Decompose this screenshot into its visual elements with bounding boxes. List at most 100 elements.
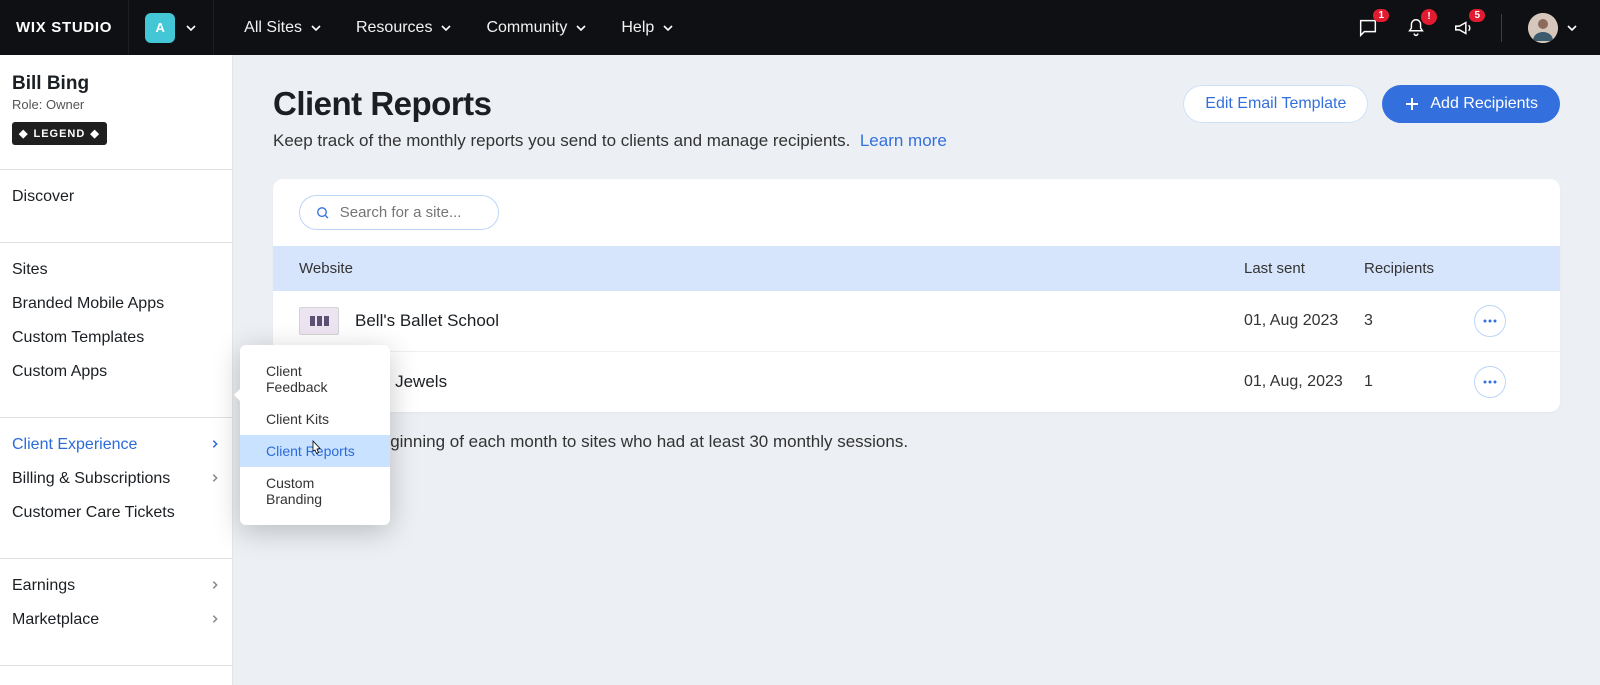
row-actions <box>1474 366 1534 398</box>
more-button[interactable] <box>1474 305 1506 337</box>
sidebar: Bill Bing Role: Owner ◆ LEGEND ◆ Discove… <box>0 55 233 685</box>
sidebar-section-team: Team Settings <box>0 665 232 685</box>
chevron-down-icon <box>662 22 674 34</box>
diamond-icon: ◆ <box>19 127 28 140</box>
sidebar-item-marketplace[interactable]: Marketplace <box>0 603 232 637</box>
sidebar-item-label: Customer Care Tickets <box>12 504 175 522</box>
cursor-pointer-icon <box>309 440 325 456</box>
chat-icon[interactable]: 1 <box>1357 17 1379 39</box>
page-header-left: Client Reports Keep track of the monthly… <box>273 85 1183 151</box>
sidebar-user: Bill Bing Role: Owner ◆ LEGEND ◆ <box>0 73 232 151</box>
last-sent-value: 01, Aug, 2023 <box>1244 373 1364 391</box>
sidebar-item-care-tickets[interactable]: Customer Care Tickets <box>0 496 232 530</box>
topbar-divider <box>1501 14 1502 42</box>
chevron-right-icon <box>210 436 220 454</box>
last-sent-value: 01, Aug 2023 <box>1244 312 1364 330</box>
site-cell: Bell's Ballet School <box>299 307 1244 335</box>
more-button[interactable] <box>1474 366 1506 398</box>
sidebar-item-branded-mobile-apps[interactable]: Branded Mobile Apps <box>0 287 232 321</box>
sidebar-item-label: Custom Templates <box>12 329 144 347</box>
sidebar-section-client: Client Experience Billing & Subscription… <box>0 417 232 540</box>
more-horizontal-icon <box>1483 319 1497 323</box>
sidebar-item-label: Sites <box>12 261 48 279</box>
recipients-value: 1 <box>1364 373 1474 391</box>
site-thumbnail <box>299 307 339 335</box>
topbar-menu: All Sites Resources Community Help <box>214 19 674 37</box>
learn-more-link[interactable]: Learn more <box>860 131 947 150</box>
more-horizontal-icon <box>1483 380 1497 384</box>
page-subtitle-text: Keep track of the monthly reports you se… <box>273 131 850 150</box>
sidebar-item-label: Branded Mobile Apps <box>12 295 164 313</box>
menu-resources[interactable]: Resources <box>356 19 452 37</box>
submenu-client-feedback[interactable]: Client Feedback <box>240 355 390 403</box>
avatar <box>1528 13 1558 43</box>
user-menu[interactable] <box>1528 13 1578 43</box>
add-recipients-button[interactable]: Add Recipients <box>1382 85 1560 123</box>
site-selector[interactable]: A <box>128 0 214 55</box>
sidebar-item-label: Custom Apps <box>12 363 107 381</box>
wix-studio-logo[interactable]: WIX STUDIO <box>0 0 128 55</box>
chevron-right-icon <box>210 577 220 595</box>
sidebar-item-client-experience[interactable]: Client Experience <box>0 428 232 462</box>
page-title: Client Reports <box>273 85 1183 123</box>
site-name: Bell's Ballet School <box>355 311 499 331</box>
col-website-header: Website <box>299 260 1244 277</box>
search-container[interactable] <box>299 195 499 230</box>
page-header: Client Reports Keep track of the monthly… <box>273 85 1560 151</box>
sidebar-item-sites[interactable]: Sites <box>0 253 232 287</box>
col-lastsent-header: Last sent <box>1244 260 1364 277</box>
page-subtitle: Keep track of the monthly reports you se… <box>273 131 1183 151</box>
sidebar-section-discover: Discover <box>0 169 232 224</box>
submenu-custom-branding[interactable]: Custom Branding <box>240 467 390 515</box>
menu-help[interactable]: Help <box>621 19 674 37</box>
footer-note: e sent at the beginning of each month to… <box>273 432 1560 452</box>
reports-card: Website Last sent Recipients Bell's Ball… <box>273 179 1560 412</box>
sidebar-item-team[interactable]: Team <box>0 676 232 685</box>
bell-icon[interactable]: ! <box>1405 17 1427 39</box>
sidebar-item-label: Client Experience <box>12 436 137 454</box>
legend-label: LEGEND <box>33 128 85 140</box>
chevron-right-icon <box>210 470 220 488</box>
table-row[interactable]: Bell's Ballet School 01, Aug 2023 3 <box>273 291 1560 352</box>
chevron-down-icon <box>185 22 197 34</box>
site-cell: net's Jewels <box>299 368 1244 396</box>
sidebar-item-label: Discover <box>12 188 74 206</box>
search-input[interactable] <box>340 204 482 221</box>
client-experience-submenu: Client Feedback Client Kits Client Repor… <box>240 345 390 525</box>
sidebar-item-earnings[interactable]: Earnings <box>0 569 232 603</box>
sidebar-item-custom-templates[interactable]: Custom Templates <box>0 321 232 355</box>
sidebar-item-label: Billing & Subscriptions <box>12 470 170 488</box>
menu-community[interactable]: Community <box>486 19 587 37</box>
search-icon <box>316 205 330 221</box>
edit-email-template-button[interactable]: Edit Email Template <box>1183 85 1368 123</box>
top-bar: WIX STUDIO A All Sites Resources Communi… <box>0 0 1600 55</box>
submenu-client-kits[interactable]: Client Kits <box>240 403 390 435</box>
page-header-actions: Edit Email Template Add Recipients <box>1183 85 1560 123</box>
menu-resources-label: Resources <box>356 19 432 37</box>
menu-community-label: Community <box>486 19 567 37</box>
main-content: Client Reports Keep track of the monthly… <box>233 55 1600 685</box>
menu-all-sites[interactable]: All Sites <box>244 19 322 37</box>
diamond-icon: ◆ <box>90 127 99 140</box>
sidebar-item-billing[interactable]: Billing & Subscriptions <box>0 462 232 496</box>
announce-icon[interactable]: 5 <box>1453 17 1475 39</box>
sidebar-item-custom-apps[interactable]: Custom Apps <box>0 355 232 389</box>
chat-badge: 1 <box>1373 9 1389 22</box>
col-actions-header <box>1474 260 1534 277</box>
sidebar-item-discover[interactable]: Discover <box>0 180 232 214</box>
chevron-down-icon <box>575 22 587 34</box>
topbar-left: WIX STUDIO A All Sites Resources Communi… <box>0 0 674 55</box>
table-header: Website Last sent Recipients <box>273 246 1560 291</box>
chevron-down-icon <box>1566 22 1578 34</box>
sidebar-item-label: Marketplace <box>12 611 99 629</box>
plus-icon <box>1404 96 1420 112</box>
site-selector-badge: A <box>145 13 175 43</box>
sidebar-user-name: Bill Bing <box>12 73 220 95</box>
chevron-right-icon <box>210 611 220 629</box>
sidebar-section-sites: Sites Branded Mobile Apps Custom Templat… <box>0 242 232 399</box>
table-row[interactable]: net's Jewels 01, Aug, 2023 1 <box>273 352 1560 412</box>
legend-badge: ◆ LEGEND ◆ <box>12 122 107 145</box>
sidebar-item-label: Earnings <box>12 577 75 595</box>
menu-all-sites-label: All Sites <box>244 19 302 37</box>
search-wrap <box>273 179 1560 246</box>
